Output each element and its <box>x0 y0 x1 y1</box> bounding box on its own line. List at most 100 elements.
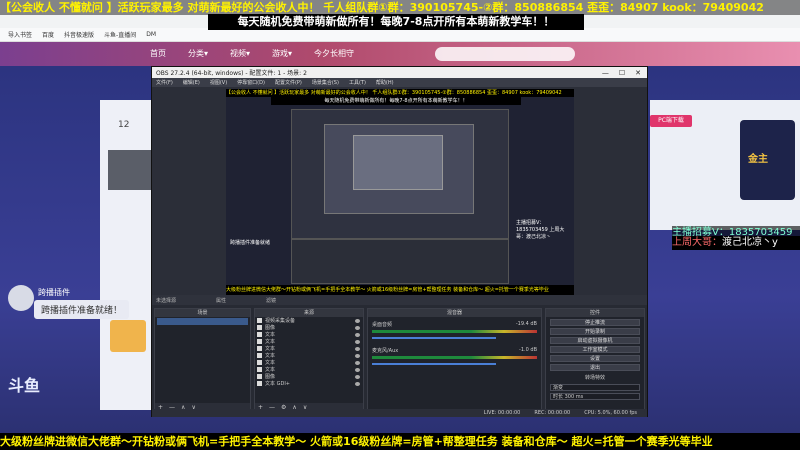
menu-file[interactable]: 文件(F) <box>156 79 173 86</box>
menu-view[interactable]: 视图(V) <box>210 79 227 86</box>
bookmark-item[interactable]: 导入书签 <box>8 30 32 39</box>
top-scroll-banner: 【公会收人 不懂就问 】活跃玩家最多 对萌新最好的公会收人中！ 千人组队群①群：… <box>0 0 800 15</box>
maximize-icon[interactable]: ☐ <box>619 69 625 77</box>
live-time: LIVE: 00:00:00 <box>483 410 521 416</box>
pc-download-badge[interactable]: PC端下载 <box>650 115 692 127</box>
track-name: 麦克风/Aux <box>372 348 399 354</box>
transition-label: 转场特效 <box>584 375 605 381</box>
source-toolbar: 未选择源 属性 滤镜 <box>152 295 647 305</box>
eye-icon[interactable] <box>355 353 360 358</box>
eye-icon[interactable] <box>355 325 360 330</box>
virtual-camera-button[interactable]: 启动虚拟摄像机 <box>550 337 640 344</box>
eye-icon[interactable] <box>355 339 360 344</box>
left-panel: 12 <box>100 100 155 410</box>
preview-nested-capture-2 <box>324 124 474 214</box>
preview-top-banner: 【公会收人 不懂就问 】活跃玩家最多 对萌新最好的公会收人中！ 千人组队群①群：… <box>226 89 574 97</box>
eye-icon[interactable] <box>355 360 360 365</box>
preview-nested-capture-3 <box>353 135 443 190</box>
decoration-image: 金主 <box>740 120 795 200</box>
plugin-avatar <box>8 285 34 311</box>
bookmark-item[interactable]: DM <box>146 31 156 38</box>
image-icon <box>257 374 262 379</box>
eye-icon[interactable] <box>355 374 360 379</box>
deco-text: 金主 <box>748 154 768 165</box>
bookmark-item[interactable]: 百度 <box>42 30 54 39</box>
bookmark-item[interactable]: 斗鱼-直播间 <box>104 30 136 39</box>
source-item[interactable]: 图像 <box>255 373 363 380</box>
source-item[interactable]: 文本 <box>255 366 363 373</box>
video-thumbnail[interactable] <box>108 150 153 190</box>
nav-category[interactable]: 分类▾ <box>188 48 208 59</box>
eye-icon[interactable] <box>355 381 360 386</box>
studio-mode-button[interactable]: 工作室模式 <box>550 346 640 353</box>
volume-meter <box>372 356 537 359</box>
eye-icon[interactable] <box>355 332 360 337</box>
search-input[interactable] <box>435 47 575 61</box>
volume-slider[interactable] <box>372 337 496 339</box>
rec-time: REC: 00:00:00 <box>534 410 571 416</box>
sources-dock: 来源 视频采集设备 图像 文本 文本 文本 文本 文本 文本 图像 文本 GDI… <box>254 308 364 413</box>
exit-button[interactable]: 退出 <box>550 364 640 371</box>
text-icon <box>257 381 262 386</box>
mixer-title: 混音器 <box>368 309 541 317</box>
source-item[interactable]: 文本 GDI+ <box>255 380 363 387</box>
nav-home[interactable]: 首页 <box>150 48 166 59</box>
obs-menubar: 文件(F) 编辑(E) 视图(V) 停靠窗口(D) 配置文件(P) 场景集合(S… <box>152 78 647 87</box>
volume-meter <box>372 330 537 333</box>
gift-image <box>110 320 146 352</box>
menu-profile[interactable]: 配置文件(P) <box>275 79 302 86</box>
settings-button[interactable]: 设置 <box>550 355 640 362</box>
nav-event[interactable]: 今夕长相守 <box>314 48 354 59</box>
sub-banner: 每天随机免费带萌新做所有！每晚7-8点开所有本萌新教学车！！ <box>208 14 584 30</box>
source-item[interactable]: 图像 <box>255 324 363 331</box>
plugin-name: 跨播插件 <box>38 288 70 297</box>
source-item[interactable]: 文本 <box>255 331 363 338</box>
obs-preview[interactable]: 【公会收人 不懂就问 】活跃玩家最多 对萌新最好的公会收人中！ 千人组队群①群：… <box>226 89 574 295</box>
preview-sub-banner: 每天随机免费带萌新做所有！每晚7-8点开所有本萌新教学车！！ <box>271 97 521 105</box>
eye-icon[interactable] <box>355 346 360 351</box>
text-icon <box>257 332 262 337</box>
menu-scene-collection[interactable]: 场景集合(S) <box>312 79 339 86</box>
menu-docks[interactable]: 停靠窗口(D) <box>237 79 265 86</box>
nav-game[interactable]: 游戏▾ <box>272 48 292 59</box>
site-navbar: 首页 分类▾ 视频▾ 游戏▾ 今夕长相守 <box>0 42 800 66</box>
eye-icon[interactable] <box>355 318 360 323</box>
source-item[interactable]: 文本 <box>255 352 363 359</box>
top-week-name: 渡己北凉丶y <box>722 237 778 248</box>
minimize-icon[interactable]: — <box>602 69 609 77</box>
source-item[interactable]: 视频采集设备 <box>255 317 363 324</box>
text-icon <box>257 339 262 344</box>
source-item[interactable]: 文本 <box>255 359 363 366</box>
stop-streaming-button[interactable]: 停止推流 <box>550 319 640 326</box>
mixer-track: 麦克风/Aux -1.0 dB <box>372 347 537 369</box>
douyu-logo: 斗鱼 <box>8 376 41 395</box>
menu-edit[interactable]: 编辑(E) <box>183 79 200 86</box>
top-week-label: 上周大哥： <box>672 237 722 248</box>
source-item[interactable]: 文本 <box>255 338 363 345</box>
cpu-fps: CPU: 5.0%, 60.00 fps <box>584 410 637 416</box>
bookmark-item[interactable]: 抖音极速版 <box>64 30 94 39</box>
nav-video[interactable]: 视频▾ <box>230 48 250 59</box>
transition-select[interactable]: 渐变 <box>550 384 640 391</box>
counter-number: 12 <box>118 120 130 130</box>
volume-slider[interactable] <box>372 363 496 365</box>
controls-title: 控件 <box>546 309 644 317</box>
filters-button[interactable]: 滤镜 <box>266 297 276 304</box>
controls-dock: 控件 停止推流 开始录制 启动虚拟摄像机 工作室模式 设置 退出 转场特效 渐变… <box>545 308 645 413</box>
text-icon <box>257 353 262 358</box>
obs-title: OBS 27.2.4 (64-bit, windows) - 配置文件: 1 -… <box>156 70 307 77</box>
properties-button[interactable]: 属性 <box>216 297 226 304</box>
menu-tools[interactable]: 工具(T) <box>349 79 366 86</box>
obs-window: OBS 27.2.4 (64-bit, windows) - 配置文件: 1 -… <box>151 66 648 417</box>
mixer-track: 桌面音频 -19.4 dB <box>372 321 537 343</box>
eye-icon[interactable] <box>355 367 360 372</box>
track-level: -19.4 dB <box>515 321 537 327</box>
close-icon[interactable]: ✕ <box>635 69 641 77</box>
source-item[interactable]: 文本 <box>255 345 363 352</box>
menu-help[interactable]: 帮助(H) <box>376 79 394 86</box>
bottom-scroll-banner: 大级粉丝牌进微信大佬群～开钻粉或俩飞机=手把手全本教学～ 火箭或16级粉丝牌=房… <box>0 433 800 450</box>
text-icon <box>257 367 262 372</box>
start-recording-button[interactable]: 开始录制 <box>550 328 640 335</box>
scene-item[interactable] <box>157 318 248 325</box>
duration-field[interactable]: 时长 300 ms <box>550 393 640 400</box>
